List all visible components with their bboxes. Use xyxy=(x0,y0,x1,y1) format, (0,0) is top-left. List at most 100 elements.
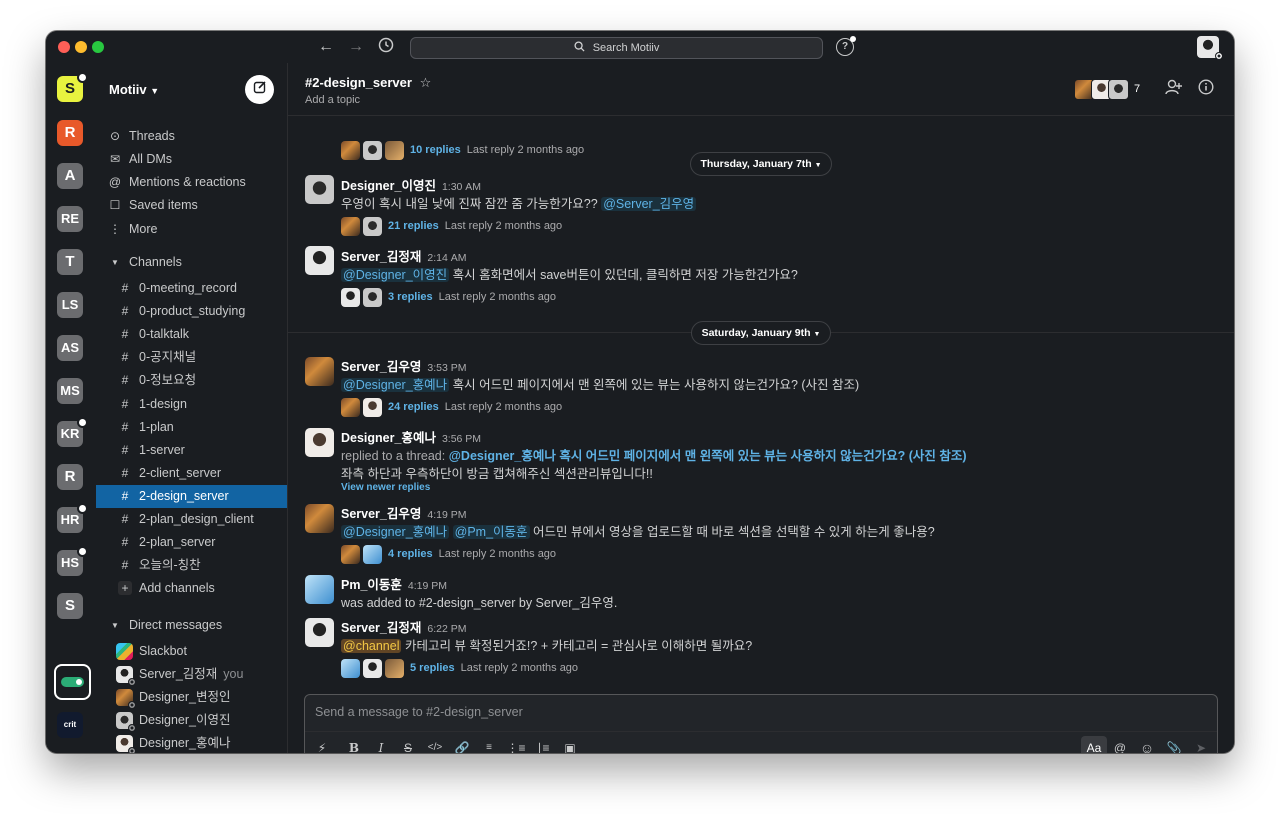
user-mention[interactable]: @Designer_홍예나 xyxy=(341,378,450,392)
message-author[interactable]: Server_김정재 2:14 AM xyxy=(341,246,466,265)
sidebar-dm[interactable]: Server_김정재 you xyxy=(96,663,287,687)
thread-summary[interactable]: 3 replies Last reply 2 months ago xyxy=(341,287,556,307)
info-icon[interactable] xyxy=(1196,79,1216,99)
message-input[interactable]: Send a message to #2-design_server xyxy=(315,705,523,719)
message-author[interactable]: Server_김우영 3:53 PM xyxy=(341,356,466,375)
close-window-button[interactable] xyxy=(58,41,70,53)
message-time[interactable]: 4:19 PM xyxy=(408,580,447,592)
sidebar-channel[interactable]: # 오늘의-칭찬 xyxy=(96,554,287,577)
message-time[interactable]: 3:53 PM xyxy=(427,362,466,374)
sidebar-dm[interactable]: Designer_변정인 xyxy=(96,686,287,710)
user-mention[interactable]: @Designer_홍예나 xyxy=(341,525,450,539)
ordered-list-icon[interactable]: ≡ xyxy=(478,737,500,753)
sidebar-item-threads[interactable]: ⊙ Threads xyxy=(96,125,287,148)
sidebar-channel[interactable]: #2-client_server xyxy=(96,462,287,485)
date-divider-pill[interactable]: Saturday, January 9th ▼ xyxy=(691,321,831,345)
avatar[interactable] xyxy=(305,575,334,604)
message-author[interactable]: Server_김정재 6:22 PM xyxy=(341,617,466,636)
message-composer[interactable]: Send a message to #2-design_server ⚡ B I… xyxy=(304,694,1218,753)
add-member-icon[interactable] xyxy=(1164,79,1184,99)
add-channels-button[interactable]: + Add channels xyxy=(96,577,287,600)
sidebar-channel[interactable]: #1-plan xyxy=(96,416,287,439)
channels-section-header[interactable]: ▼ Channels xyxy=(96,251,287,274)
forward-arrow-icon[interactable]: → xyxy=(346,37,366,57)
message-author[interactable]: Server_김우영 4:19 PM xyxy=(341,503,466,522)
history-icon[interactable] xyxy=(376,37,396,57)
sidebar-dm[interactable]: Slackbot xyxy=(96,640,287,663)
sidebar-item-saved-items[interactable]: ☐ Saved items xyxy=(96,194,287,217)
workspace-icon[interactable]: AS xyxy=(57,335,83,361)
thread-summary[interactable]: 4 replies Last reply 2 months ago xyxy=(341,544,556,564)
workspace-icon[interactable]: LS xyxy=(57,292,83,318)
workspace-icon[interactable]: MS xyxy=(57,378,83,404)
shortcuts-icon[interactable]: ⚡ xyxy=(311,737,333,753)
strikethrough-icon[interactable]: S xyxy=(397,737,419,753)
workspace-icon[interactable]: R xyxy=(57,120,83,146)
avatar[interactable] xyxy=(305,618,334,647)
thread-summary[interactable]: 21 replies Last reply 2 months ago xyxy=(341,216,562,236)
italic-icon[interactable]: I xyxy=(370,737,392,753)
attachment-icon[interactable]: 📎 xyxy=(1163,737,1185,753)
workspace-icon[interactable]: T xyxy=(57,249,83,275)
formatting-toggle-button[interactable]: Aa xyxy=(1081,736,1107,753)
sidebar-channel[interactable]: #0-공지채널 xyxy=(96,346,287,369)
channel-topic[interactable]: Add a topic xyxy=(305,94,360,106)
bold-icon[interactable]: B xyxy=(343,737,365,753)
avatar[interactable] xyxy=(305,504,334,533)
message-time[interactable]: 2:14 AM xyxy=(427,252,466,264)
channel-title[interactable]: #2-design_server ☆ xyxy=(305,75,431,91)
link-icon[interactable]: 🔗 xyxy=(451,737,473,753)
message-author[interactable]: Pm_이동훈 4:19 PM xyxy=(341,574,447,593)
member-count[interactable]: 7 xyxy=(1134,83,1140,95)
message-time[interactable]: 1:30 AM xyxy=(442,181,481,193)
message-time[interactable]: 3:56 PM xyxy=(442,433,481,445)
code-icon[interactable]: </> xyxy=(424,737,446,753)
message-author[interactable]: Designer_이영진 1:30 AM xyxy=(341,175,481,194)
user-mention[interactable]: @Pm_이동훈 xyxy=(452,525,530,539)
sidebar-item-all-dms[interactable]: ✉ All DMs xyxy=(96,148,287,171)
user-mention[interactable]: @Designer_이영진 xyxy=(341,268,450,282)
view-newer-replies-link[interactable]: View newer replies xyxy=(341,482,430,493)
blockquote-icon[interactable]: ∣≡ xyxy=(532,737,554,753)
code-block-icon[interactable]: ▣ xyxy=(559,737,581,753)
workspace-icon[interactable]: A xyxy=(57,163,83,189)
workspace-name[interactable]: Motiiv ▼ xyxy=(109,82,159,97)
sidebar-dm[interactable]: Designer_홍예나 xyxy=(96,732,287,753)
sidebar-dm[interactable]: Designer_이영진 xyxy=(96,709,287,733)
date-divider-pill[interactable]: Thursday, January 7th ▼ xyxy=(690,152,832,176)
workspace-icon[interactable]: S xyxy=(57,593,83,619)
message-time[interactable]: 6:22 PM xyxy=(427,623,466,635)
mention-icon[interactable]: @ xyxy=(1109,737,1131,753)
workspace-icon[interactable]: RE xyxy=(57,206,83,232)
sidebar-channel[interactable]: #0-meeting_record xyxy=(96,277,287,300)
avatar[interactable] xyxy=(305,246,334,275)
sidebar-channel[interactable]: #2-plan_server xyxy=(96,531,287,554)
star-icon[interactable]: ☆ xyxy=(420,75,432,90)
avatar[interactable] xyxy=(305,357,334,386)
message-author[interactable]: Designer_홍예나 3:56 PM xyxy=(341,427,481,446)
avatar[interactable] xyxy=(305,175,334,204)
user-mention[interactable]: @Server_김우영 xyxy=(601,197,697,211)
workspace-crit[interactable]: crit xyxy=(57,712,83,738)
channel-mention[interactable]: @channel xyxy=(341,639,402,653)
thread-summary[interactable]: 10 replies Last reply 2 months ago xyxy=(341,140,584,160)
sidebar-channel[interactable]: #0-product_studying xyxy=(96,300,287,323)
sidebar-item-more[interactable]: ⋮ More xyxy=(96,218,287,241)
parent-thread-link[interactable]: @Designer_홍예나 혹시 어드민 페이지에서 맨 왼쪽에 있는 뷰는 사… xyxy=(449,449,967,463)
direct-messages-section-header[interactable]: ▼ Direct messages xyxy=(96,614,287,637)
minimize-window-button[interactable] xyxy=(75,41,87,53)
sidebar-channel[interactable]: #0-정보요청 xyxy=(96,369,287,392)
avatar[interactable] xyxy=(305,428,334,457)
bulleted-list-icon[interactable]: ⋮≡ xyxy=(505,737,527,753)
workspace-toggle-selected[interactable] xyxy=(54,664,91,700)
sidebar-channel[interactable]: #2-design_server xyxy=(96,484,287,508)
compose-button[interactable] xyxy=(245,75,274,104)
workspace-icon[interactable]: R xyxy=(57,464,83,490)
search-input[interactable]: Search Motiiv xyxy=(410,37,823,59)
sidebar-channel[interactable]: #2-plan_design_client xyxy=(96,508,287,531)
sidebar-channel[interactable]: #0-talktalk xyxy=(96,323,287,346)
back-arrow-icon[interactable]: ← xyxy=(316,37,336,57)
sidebar-channel[interactable]: #1-design xyxy=(96,393,287,416)
sidebar-item-mentions-reactions[interactable]: @ Mentions & reactions xyxy=(96,171,287,194)
thread-summary[interactable]: 5 replies Last reply 2 months ago xyxy=(341,658,578,678)
